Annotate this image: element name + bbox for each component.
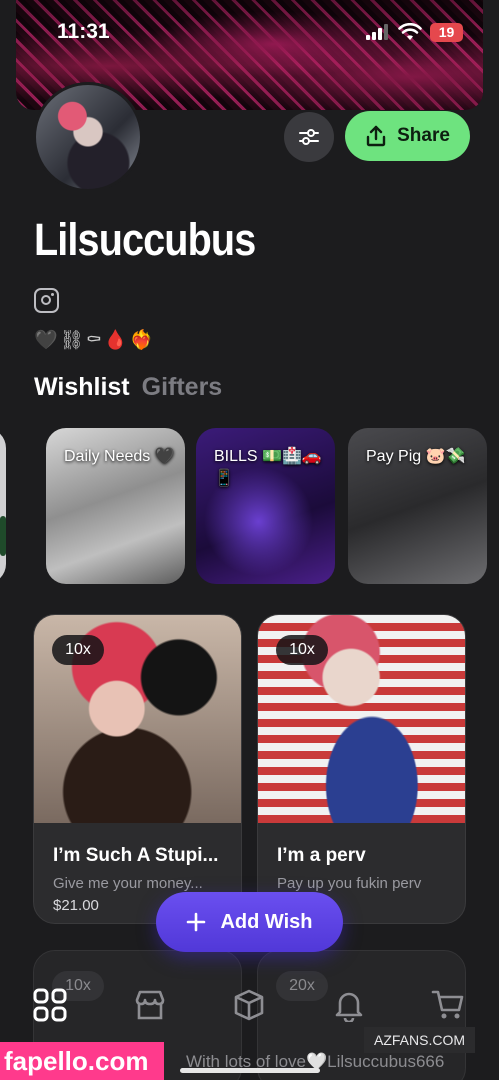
category-card-partial[interactable]	[0, 428, 6, 584]
category-card-bills[interactable]: BILLS 💵🏥🚗📱	[196, 428, 335, 584]
cellular-signal-icon	[366, 24, 388, 40]
status-bar: 11:31 19	[0, 20, 499, 46]
wish-subtitle: Pay up you fukin perv	[277, 875, 422, 892]
profile-name: Lilsuccubus	[34, 214, 256, 265]
wifi-icon	[398, 23, 422, 40]
profile-emojis: 🖤⛓⚰🩸❤️‍🔥	[34, 330, 156, 351]
cart-icon[interactable]	[431, 988, 465, 1022]
share-icon	[366, 125, 386, 147]
quantity-badge: 10x	[276, 635, 328, 665]
wish-card[interactable]: 10x I’m Such A Stupi... Give me your mon…	[33, 614, 242, 924]
tab-wishlist[interactable]: Wishlist	[34, 373, 130, 402]
profile-avatar[interactable]	[33, 82, 143, 192]
home-indicator[interactable]	[180, 1068, 320, 1073]
share-button[interactable]: Share	[345, 111, 470, 161]
add-wish-button[interactable]: Add Wish	[156, 892, 343, 952]
add-wish-label: Add Wish	[220, 910, 313, 933]
wish-card[interactable]: 10x I’m a perv Pay up you fukin perv	[257, 614, 466, 924]
wish-subtitle: Give me your money...	[53, 875, 203, 892]
watermark-azfans: AZFANS.COM	[364, 1027, 475, 1053]
sliders-icon	[299, 129, 319, 145]
filter-button[interactable]	[284, 112, 334, 162]
package-icon[interactable]	[232, 988, 266, 1022]
category-card-pay-pig[interactable]: Pay Pig 🐷💸	[348, 428, 487, 584]
category-label: Pay Pig 🐷💸	[366, 448, 466, 465]
bell-icon[interactable]	[332, 988, 366, 1022]
category-label: BILLS 💵🏥🚗📱	[214, 448, 322, 487]
tab-gifters[interactable]: Gifters	[142, 373, 223, 402]
grid-icon[interactable]	[33, 988, 67, 1022]
watermark-fapello: fapello.com	[0, 1042, 164, 1080]
store-icon[interactable]	[133, 988, 167, 1022]
instagram-icon[interactable]	[34, 288, 59, 313]
profile-tabs: Wishlist Gifters	[34, 373, 222, 402]
share-label: Share	[397, 125, 450, 146]
category-card-daily-needs[interactable]: Daily Needs 🖤	[46, 428, 185, 584]
plus-icon	[187, 912, 206, 932]
status-time: 11:31	[57, 20, 110, 43]
category-carousel[interactable]: Daily Needs 🖤 BILLS 💵🏥🚗📱 Pay Pig 🐷💸	[0, 428, 499, 584]
wish-price: $21.00	[53, 897, 99, 914]
wish-title: I’m Such A Stupi...	[53, 845, 219, 866]
quantity-badge: 10x	[52, 635, 104, 665]
wish-title: I’m a perv	[277, 845, 366, 866]
category-label: Daily Needs 🖤	[64, 448, 175, 465]
battery-indicator: 19	[430, 23, 463, 42]
